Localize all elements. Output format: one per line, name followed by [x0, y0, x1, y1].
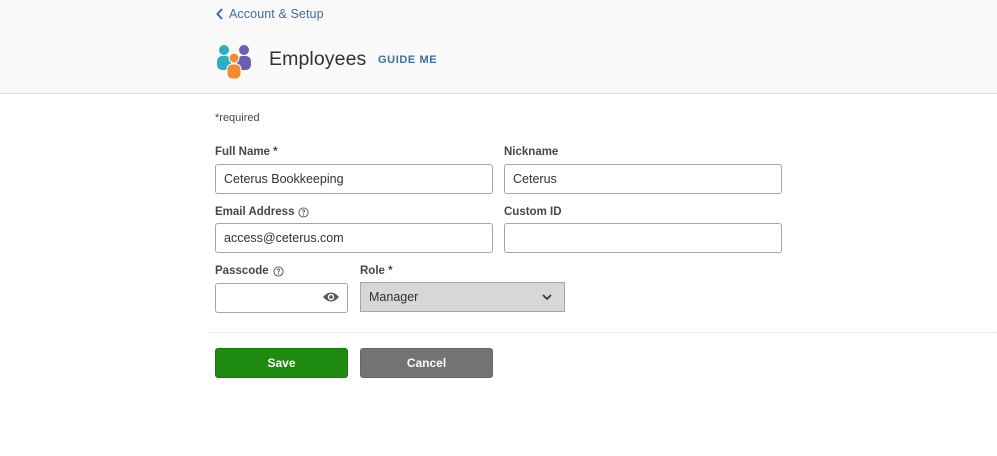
custom-id-label-text: Custom ID — [504, 206, 562, 218]
email-label-text: Email Address — [215, 206, 295, 218]
full-name-field[interactable] — [215, 164, 493, 194]
email-label: Email Address — [215, 206, 310, 218]
nickname-label-text: Nickname — [504, 146, 559, 158]
passcode-label-text: Passcode — [215, 265, 269, 277]
chevron-left-icon — [216, 8, 223, 20]
cancel-button[interactable]: Cancel — [360, 348, 493, 378]
required-note: *required — [215, 112, 260, 124]
help-icon[interactable] — [298, 206, 310, 218]
nickname-field[interactable] — [504, 164, 782, 194]
chevron-down-icon — [542, 294, 552, 301]
people-group-icon — [217, 45, 251, 79]
help-icon[interactable] — [273, 265, 284, 277]
back-link-label: Account & Setup — [229, 7, 324, 21]
passcode-label: Passcode — [215, 265, 284, 277]
role-selected-value: Manager — [369, 290, 419, 304]
role-label-text: Role * — [360, 265, 393, 277]
custom-id-field[interactable] — [504, 223, 782, 253]
custom-id-label: Custom ID — [504, 206, 562, 218]
back-link[interactable]: Account & Setup — [215, 7, 324, 21]
form-divider — [209, 332, 997, 333]
nickname-label: Nickname — [504, 146, 558, 158]
eye-icon[interactable] — [322, 291, 340, 303]
guide-me-link[interactable]: GUIDE ME — [378, 54, 437, 66]
full-name-label: Full Name * — [215, 146, 278, 158]
page-title: Employees — [269, 48, 367, 70]
full-name-label-text: Full Name * — [215, 146, 278, 158]
email-field[interactable] — [215, 223, 493, 253]
page-header: Account & Setup Employees GUIDE ME — [0, 0, 997, 94]
save-button[interactable]: Save — [215, 348, 348, 378]
employee-form-page: Account & Setup Employees GUIDE ME *requ… — [0, 0, 997, 456]
role-select[interactable]: Manager — [360, 282, 565, 312]
role-label: Role * — [360, 265, 393, 277]
